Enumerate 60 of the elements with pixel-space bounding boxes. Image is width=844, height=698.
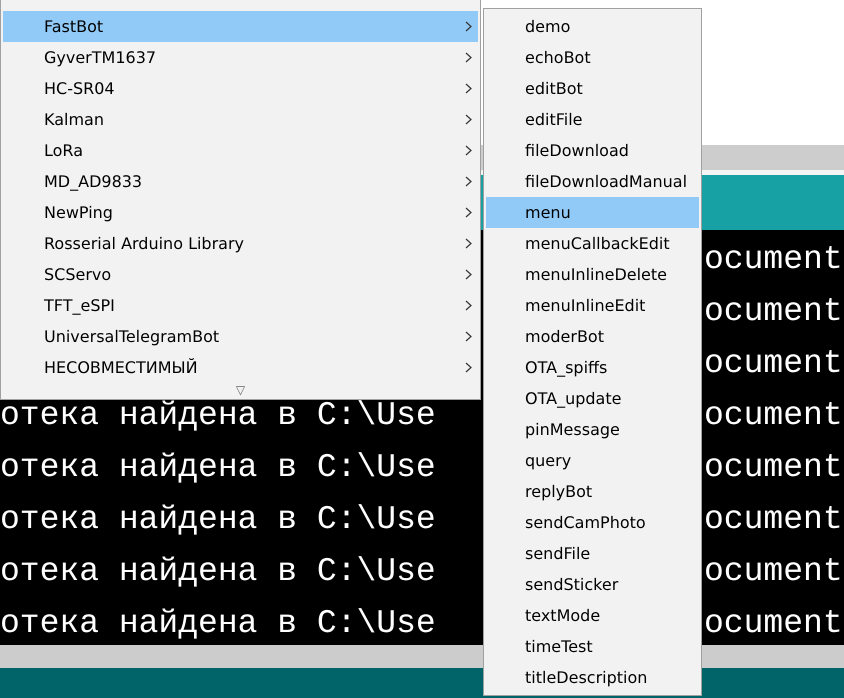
- chevron-right-icon: [465, 207, 472, 218]
- console-text: отека найдена в C:\Use: [0, 609, 436, 639]
- menu-item[interactable]: NewPing: [3, 197, 478, 228]
- menu-item[interactable]: GyverTM1637: [3, 42, 478, 73]
- menu-item[interactable]: HC-SR04: [3, 73, 478, 104]
- menu-item[interactable]: menu: [486, 197, 699, 228]
- console-text: отека найдена в C:\Use: [0, 401, 436, 431]
- console-text: отека найдена в C:\Use: [0, 557, 436, 587]
- menu-item[interactable]: OTA_update: [486, 383, 699, 414]
- chevron-right-icon: [465, 21, 472, 32]
- console-text: ocument: [703, 245, 844, 275]
- menu-item[interactable]: editBot: [486, 73, 699, 104]
- menu-item[interactable]: titleDescription: [486, 662, 699, 693]
- console-text: ocument: [703, 297, 844, 327]
- chevron-right-icon: [465, 238, 472, 249]
- console-text: ocument: [703, 609, 844, 639]
- chevron-right-icon: [465, 145, 472, 156]
- console-text: ocument: [703, 557, 844, 587]
- menu-item[interactable]: textMode: [486, 600, 699, 631]
- menu-item[interactable]: menuCallbackEdit: [486, 228, 699, 259]
- menu-item[interactable]: Rosserial Arduino Library: [3, 228, 478, 259]
- chevron-right-icon: [465, 331, 472, 342]
- console-text: отека найдена в C:\Use: [0, 453, 436, 483]
- menu-item[interactable]: НЕСОВМЕСТИМЫЙ: [3, 352, 478, 383]
- menu-item[interactable]: moderBot: [486, 321, 699, 352]
- menu-item[interactable]: query: [486, 445, 699, 476]
- menu-item[interactable]: fileDownload: [486, 135, 699, 166]
- console-text: ocument: [703, 349, 844, 379]
- menu-item[interactable]: FastBot: [3, 11, 478, 42]
- console-text: отека найдена в C:\Use: [0, 505, 436, 535]
- chevron-right-icon: [465, 114, 472, 125]
- console-text: ocument: [703, 453, 844, 483]
- menu-item[interactable]: fileDownloadManual: [486, 166, 699, 197]
- menu-item[interactable]: OTA_spiffs: [486, 352, 699, 383]
- console-text: ocument: [703, 401, 844, 431]
- menu-item[interactable]: TFT_eSPI: [3, 290, 478, 321]
- scroll-down-indicator[interactable]: ▽: [236, 383, 246, 397]
- menu-item[interactable]: sendCamPhoto: [486, 507, 699, 538]
- menu-item[interactable]: demo: [486, 11, 699, 42]
- menu-item[interactable]: timeTest: [486, 631, 699, 662]
- chevron-right-icon: [465, 52, 472, 63]
- menu-item[interactable]: echoBot: [486, 42, 699, 73]
- menu-item[interactable]: replyBot: [486, 476, 699, 507]
- chevron-right-icon: [465, 176, 472, 187]
- menu-item[interactable]: menuInlineEdit: [486, 290, 699, 321]
- menu-item[interactable]: UniversalTelegramBot: [3, 321, 478, 352]
- chevron-right-icon: [465, 362, 472, 373]
- menu-item[interactable]: sendFile: [486, 538, 699, 569]
- menu-item[interactable]: MD_AD9833: [3, 166, 478, 197]
- menu-item[interactable]: sendSticker: [486, 569, 699, 600]
- menu-item[interactable]: editFile: [486, 104, 699, 135]
- menu-item[interactable]: LoRa: [3, 135, 478, 166]
- chevron-right-icon: [465, 83, 472, 94]
- console-text: ocument: [703, 505, 844, 535]
- menu-item[interactable]: SCServo: [3, 259, 478, 290]
- menu-item[interactable]: menuInlineDelete: [486, 259, 699, 290]
- chevron-right-icon: [465, 269, 472, 280]
- chevron-right-icon: [465, 300, 472, 311]
- menu-item[interactable]: Kalman: [3, 104, 478, 135]
- menu-item[interactable]: pinMessage: [486, 414, 699, 445]
